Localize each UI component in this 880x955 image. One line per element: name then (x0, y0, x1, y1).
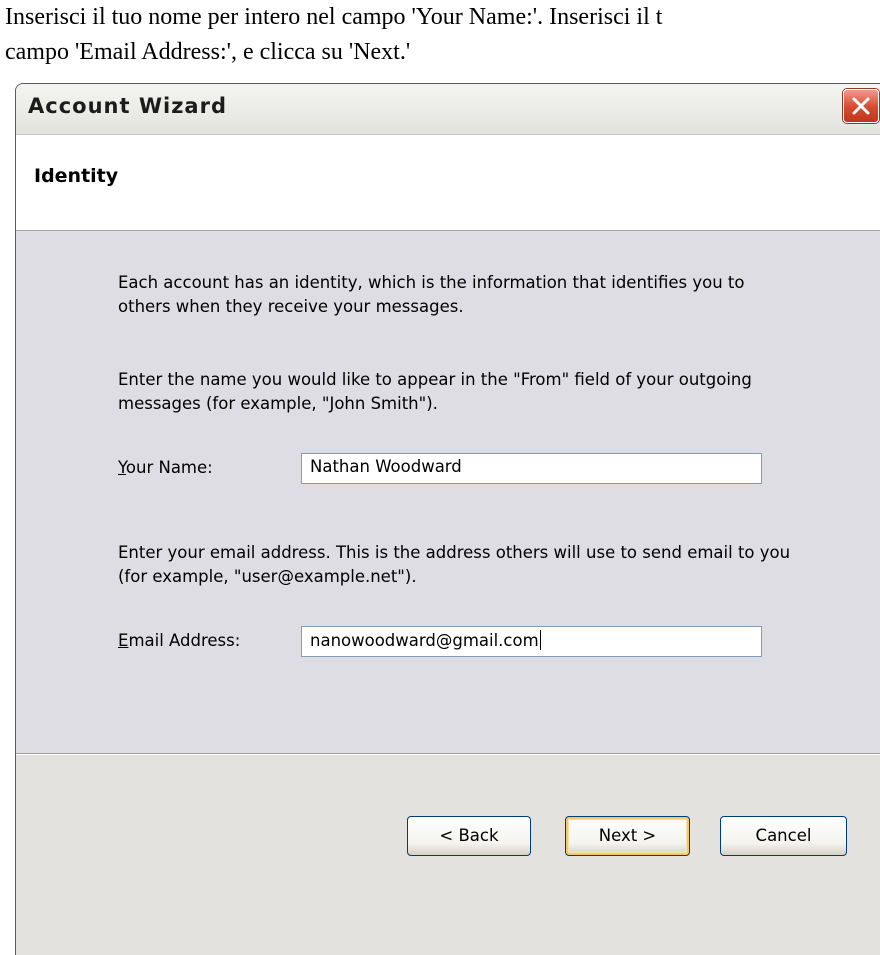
page-title: Identity (34, 165, 119, 187)
wizard-content: Each account has an identity, which is t… (16, 231, 880, 753)
back-button[interactable]: < Back (407, 816, 531, 856)
cancel-button[interactable]: Cancel (720, 816, 847, 856)
text-caret (539, 630, 541, 650)
email-address-label-accel: E (118, 631, 129, 650)
next-button[interactable]: Next > (565, 816, 690, 856)
button-bar: < Back Next > Cancel (16, 755, 880, 955)
instruction-text: Inserisci il tuo nome per intero nel cam… (0, 0, 880, 80)
window-title: Account Wizard (28, 94, 227, 118)
title-bar[interactable]: Account Wizard (16, 84, 880, 135)
wizard-header: Identity (16, 135, 880, 231)
email-address-label-text: mail Address: (128, 631, 241, 650)
instruction-line-2: campo 'Email Address:', e clicca su 'Nex… (5, 39, 411, 65)
email-address-value: nanowoodward@gmail.com (310, 631, 539, 650)
account-wizard-window: Account Wizard Identity Each account has… (15, 83, 880, 955)
email-instruction-text: Enter your email address. This is the ad… (118, 543, 791, 586)
instruction-line-1: Inserisci il tuo nome per intero nel cam… (5, 4, 663, 30)
name-instruction-text: Enter the name you would like to appear … (118, 370, 752, 413)
your-name-label: Your Name: (118, 458, 213, 477)
your-name-value: Nathan Woodward (310, 457, 462, 476)
intro-text: Each account has an identity, which is t… (118, 273, 745, 316)
your-name-input[interactable]: Nathan Woodward (301, 453, 762, 484)
close-button[interactable] (843, 89, 879, 123)
email-address-input[interactable]: nanowoodward@gmail.com (301, 626, 762, 657)
email-address-label: Email Address: (118, 631, 240, 650)
your-name-label-accel: Y (118, 458, 126, 477)
your-name-label-text: our Name: (125, 458, 213, 477)
close-icon (852, 97, 870, 115)
